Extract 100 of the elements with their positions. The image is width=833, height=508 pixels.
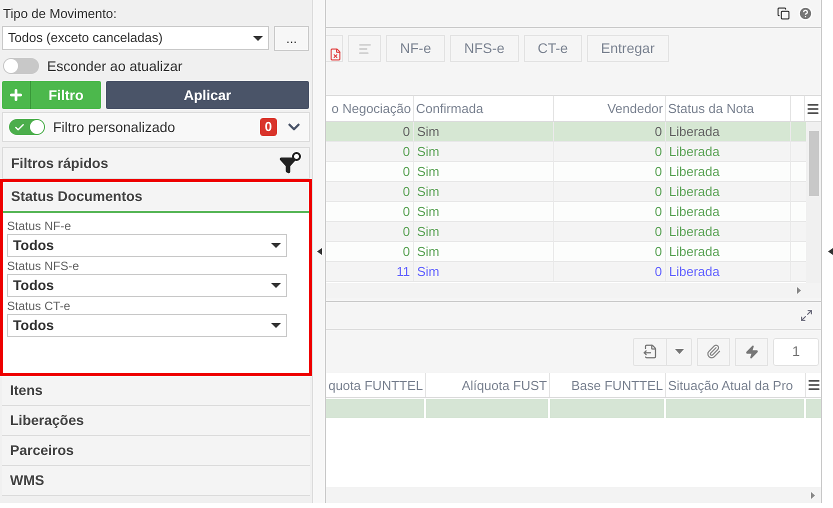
add-filter-button[interactable]: Filtro [2, 81, 101, 109]
table-cell: Liberada [666, 162, 791, 181]
toolbar-button[interactable]: NFS-e [450, 35, 519, 62]
table-cell: Sim [414, 262, 554, 281]
toolbar-button[interactable]: Entregar [586, 35, 669, 62]
expand-icon[interactable] [800, 309, 813, 322]
count-badge: 0 [260, 118, 277, 136]
accordion-item[interactable]: Itens [2, 376, 310, 406]
toolbar-button[interactable]: NF-e [386, 35, 446, 62]
table-cell: Sim [414, 142, 554, 161]
table-cell: 0 [554, 162, 666, 181]
horizontal-scrollbar[interactable] [326, 487, 821, 503]
status-select[interactable]: Todos [7, 234, 287, 257]
table-cell: 0 [554, 222, 666, 241]
plus-icon [8, 87, 24, 103]
table-cell: 0 [554, 262, 666, 281]
status-select[interactable]: Todos [7, 274, 287, 297]
caret-icon [271, 243, 281, 248]
page-field[interactable]: 1 [773, 338, 819, 366]
paperclip-icon [706, 344, 721, 359]
toggle-switch[interactable] [9, 119, 45, 135]
table-row[interactable]: 11 Sim 0 Liberada [326, 262, 806, 282]
column-header[interactable]: Situação Atual da Pro [666, 373, 806, 397]
caret-icon [253, 36, 264, 40]
toggle-switch[interactable] [3, 58, 39, 74]
table-cell: Liberada [666, 182, 791, 201]
field-label: Status CT-e [7, 298, 72, 314]
more-button[interactable]: ... [274, 26, 309, 51]
cancel-document-button[interactable] [326, 35, 343, 62]
accordion-item[interactable]: WMS [2, 466, 310, 496]
field-label: Status NF-e [7, 218, 72, 234]
attach-button[interactable] [697, 338, 730, 366]
table-row[interactable]: 0 Sim 0 Liberada [326, 182, 806, 202]
list-icon [358, 42, 372, 56]
column-menu-icon[interactable] [806, 378, 820, 392]
table-cell: 0 [554, 202, 666, 221]
table-row[interactable]: 0 Sim 0 Liberada [326, 222, 806, 242]
movement-type-select[interactable]: Todos (exceto canceladas) [2, 26, 270, 50]
table-cell: Liberada [666, 242, 791, 261]
windows-icon[interactable] [777, 7, 790, 20]
table-cell: Liberada [666, 222, 791, 241]
column-header[interactable]: Confirmada [414, 96, 554, 121]
column-header[interactable]: o Negociação [326, 96, 414, 121]
table-cell: 0 [326, 142, 414, 161]
section-header[interactable]: Status Documentos [3, 182, 309, 213]
apply-button[interactable]: Aplicar [106, 81, 309, 109]
table-cell: Sim [414, 182, 554, 201]
toggle-label: Filtro personalizado [53, 118, 176, 137]
table-cell: 0 [554, 122, 666, 141]
scroll-right-icon[interactable] [797, 287, 801, 294]
table-cell: 0 [326, 202, 414, 221]
scroll-right-icon[interactable] [811, 492, 815, 498]
table-cell: 0 [554, 242, 666, 261]
field-label: Status NFS-e [7, 258, 80, 274]
table-row[interactable]: 0 Sim 0 Liberada [326, 162, 806, 182]
toggle-label: Esconder ao atualizar [47, 56, 182, 76]
accordion-item[interactable]: Liberações [2, 406, 310, 436]
table-cell: 11 [326, 262, 414, 281]
table-cell: 0 [554, 182, 666, 201]
table-cell: 0 [326, 182, 414, 201]
export-split-button[interactable] [633, 338, 692, 366]
table-cell: Liberada [666, 122, 791, 141]
table-cell: Sim [414, 242, 554, 261]
help-icon[interactable] [798, 6, 813, 21]
table-row[interactable]: 0 Sim 0 Liberada [326, 142, 806, 162]
column-header[interactable]: Alíquota FUST [426, 373, 550, 397]
caret-icon [271, 283, 281, 288]
table-cell: Liberada [666, 142, 791, 161]
toolbar-button[interactable]: CT-e [524, 35, 582, 62]
table-cell: 0 [554, 142, 666, 161]
table-cell: Liberada [666, 202, 791, 221]
table-cell: Sim [414, 202, 554, 221]
file-export-icon [642, 344, 658, 359]
table-cell: Sim [414, 122, 554, 141]
column-header[interactable]: Status da Nota [666, 96, 791, 121]
filter-clear-icon[interactable] [279, 152, 301, 174]
column-header[interactable]: Vendedor [554, 96, 666, 121]
accordion-item[interactable]: Parceiros [2, 436, 310, 466]
table-cell: Liberada [666, 262, 791, 281]
vertical-scrollbar[interactable] [806, 122, 821, 283]
caret-icon [674, 349, 684, 354]
column-header[interactable]: quota FUNTTEL [326, 373, 426, 397]
caret-icon [271, 323, 281, 328]
quick-filters-header[interactable]: Filtros rápidos [2, 147, 310, 179]
collapse-arrow-icon[interactable] [316, 248, 322, 255]
table-cell: 0 [326, 122, 414, 141]
check-icon [14, 122, 25, 132]
lightning-button[interactable] [735, 338, 768, 366]
table-cell: Sim [414, 162, 554, 181]
table-row[interactable]: 0 Sim 0 Liberada [326, 122, 806, 142]
table-cell: Sim [414, 222, 554, 241]
column-header[interactable]: Base FUNTTEL [550, 373, 666, 397]
document-cancel-icon [329, 48, 342, 61]
table-cell: 0 [326, 162, 414, 181]
status-select[interactable]: Todos [7, 314, 287, 337]
column-menu-icon[interactable] [806, 102, 820, 116]
collapse-arrow-icon[interactable] [828, 248, 833, 255]
table-row[interactable]: 0 Sim 0 Liberada [326, 242, 806, 262]
table-row[interactable]: 0 Sim 0 Liberada [326, 202, 806, 222]
horizontal-scrollbar[interactable] [326, 283, 821, 298]
